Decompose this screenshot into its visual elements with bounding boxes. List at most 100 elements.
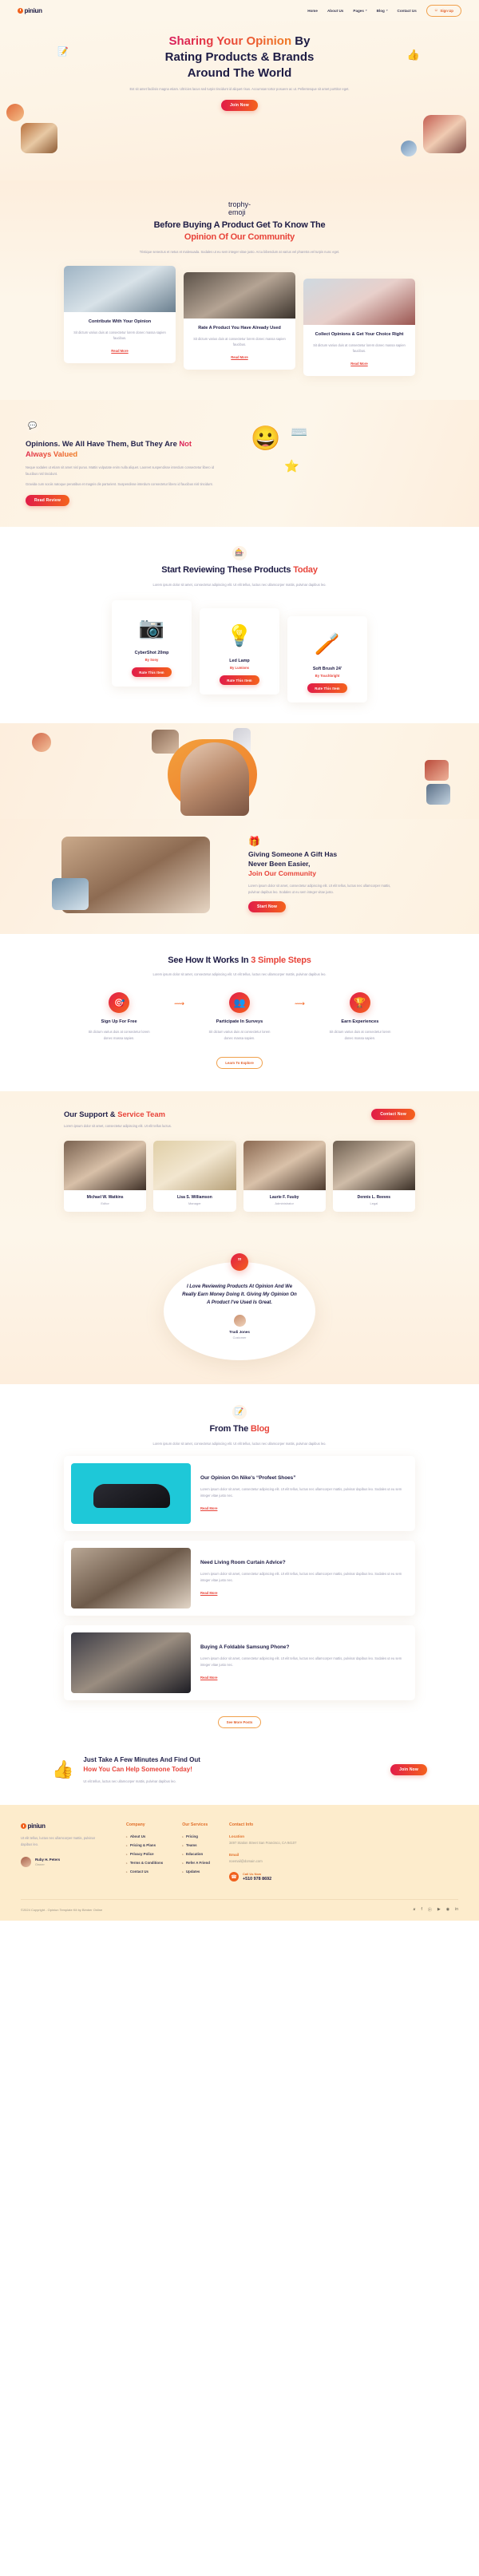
pinterest-icon[interactable]: ⓟ: [428, 1907, 432, 1913]
member-photo: [332, 1140, 415, 1190]
step-text: Sit dictum varius duis at consectetur lo…: [329, 1030, 391, 1040]
nav-item-home[interactable]: Home: [307, 9, 318, 13]
products-section: 🎰 Start Reviewing These Products Today L…: [0, 526, 479, 723]
footer-link-item[interactable]: ▸ Terms & Conditions: [126, 1861, 163, 1865]
footer-column-heading: Our Services: [182, 1822, 208, 1828]
footer-brand-logo[interactable]: piniun: [21, 1822, 107, 1830]
star-icon: ⭐: [284, 460, 299, 474]
cta-join-now-button[interactable]: Join Now: [390, 1764, 427, 1776]
member-name: Laurie F. Fuuby: [269, 1194, 299, 1200]
rate-this-item-button[interactable]: Rate This Item: [307, 683, 347, 693]
blog-title-accent: Blog: [250, 1423, 270, 1434]
nav-item-about-us[interactable]: About Us: [327, 9, 343, 13]
sign-up-button[interactable]: ☺ Sign Up: [426, 4, 461, 17]
footer-owner: Ruby H. Peters Owner: [21, 1857, 107, 1868]
card-read-more-link[interactable]: Read More: [111, 349, 128, 353]
footer-link-label: Pricing: [186, 1834, 198, 1839]
card-title: Rate A Product You Have Already Used: [198, 326, 281, 331]
footer-link-item[interactable]: ▸ Updates: [182, 1870, 210, 1874]
facebook-icon[interactable]: f: [421, 1907, 422, 1913]
hero-title-rest: By: [291, 34, 311, 48]
youtube-icon[interactable]: ▶: [437, 1907, 441, 1913]
opinions-title-main: Opinions. We All Have Them, But They Are: [26, 438, 180, 448]
footer-link-item[interactable]: ▸ Contact Us: [126, 1870, 163, 1874]
dribbble-icon[interactable]: ◉: [446, 1907, 449, 1913]
gift-start-now-button[interactable]: Start Now: [248, 901, 287, 913]
product-card[interactable]: 🪥 Soft Brush 24' By Touchbright Rate Thi…: [287, 616, 367, 702]
team-member-card[interactable]: Dennis L. Reeves Legal: [332, 1140, 415, 1212]
team-title-accent: Service Team: [117, 1110, 165, 1119]
post-text: Lorem ipsum dolor sit amet, consectetur …: [200, 1572, 402, 1583]
arrow-right-icon: ⟿: [295, 999, 305, 1007]
member-name: Dennis L. Reeves: [357, 1194, 391, 1200]
blog-post-card[interactable]: Buying A Foldable Samsung Phone? Lorem i…: [64, 1625, 415, 1701]
footer-link-item[interactable]: ▸ Privacy Police: [126, 1852, 163, 1856]
read-review-button[interactable]: Read Review: [26, 494, 70, 506]
hero-join-now-button[interactable]: Join Now: [221, 99, 258, 111]
contact-email-value[interactable]: noemail@domain.com: [229, 1858, 325, 1864]
team-member-card[interactable]: Lisa S. Williamson Manager: [153, 1140, 236, 1212]
member-role: Manager: [188, 1201, 201, 1205]
community-card[interactable]: Contribute With Your Opinion Sit dictum …: [64, 266, 176, 363]
brand-logo[interactable]: piniun: [18, 7, 42, 14]
member-photo: [153, 1140, 236, 1190]
product-name: CyberShot 20mp: [134, 651, 169, 656]
nav-item-contact-us[interactable]: Contact Us: [398, 9, 417, 13]
blog-post-card[interactable]: Our Opinion On Nike's “Profeet Shoes” Lo…: [64, 1456, 415, 1532]
post-read-more-link[interactable]: Read More: [200, 1676, 217, 1680]
contact-now-button[interactable]: Contact Now: [371, 1109, 415, 1121]
community-card[interactable]: Rate A Product You Have Already Used Sit…: [184, 272, 295, 370]
learn-to-explore-button[interactable]: Learn To Explore: [216, 1057, 263, 1070]
trophy-icon: trophy-emoji: [228, 200, 251, 216]
testimonial-avatar: [233, 1315, 246, 1328]
testimonial-card: I Love Reviewing Products At Opinion And…: [164, 1261, 315, 1360]
chevron-right-icon: ▸: [126, 1861, 128, 1865]
showcase-photo-1: [32, 732, 51, 752]
team-member-card[interactable]: Michael W. Watkins Editor: [64, 1140, 147, 1212]
post-read-more-link[interactable]: Read More: [200, 1591, 217, 1595]
product-brand: By Touchbright: [315, 674, 340, 679]
call-us-now[interactable]: ☎ Call Us Now +510 978 8692: [228, 1872, 325, 1882]
blog-post-card[interactable]: Need Living Room Curtain Advice? Lorem i…: [64, 1541, 415, 1616]
see-more-posts-button[interactable]: See More Posts: [217, 1716, 262, 1729]
cta-section: 👍 Just Take A Few Minutes And Find Out H…: [0, 1747, 479, 1806]
nav-item-pages[interactable]: Pages ▾: [353, 9, 366, 13]
nav-label: Home: [307, 8, 318, 13]
hero-title: Sharing Your Opinion By Rating Products …: [96, 34, 383, 81]
footer-link-item[interactable]: ▸ Pricing & Plans: [126, 1843, 163, 1847]
gift-copy: 🎁 Giving Someone A Gift Has Never Been E…: [248, 837, 400, 913]
member-photo: [243, 1140, 326, 1190]
card-read-more-link[interactable]: Read More: [231, 355, 247, 359]
chevron-right-icon: ▸: [126, 1852, 128, 1856]
nav-item-blog[interactable]: Blog ▾: [377, 9, 388, 13]
team-member-card[interactable]: Laurie F. Fuuby Administrator: [243, 1140, 326, 1212]
product-card[interactable]: 📷 CyberShot 20mp By Sony Rate This Item: [112, 600, 192, 687]
call-label: Call Us Now: [242, 1872, 262, 1877]
twitter-icon[interactable]: 𝒙: [413, 1907, 415, 1913]
card-read-more-link[interactable]: Read More: [350, 362, 367, 366]
product-image-lamp: 💡: [226, 623, 253, 647]
smiley-icon: 😀: [251, 425, 281, 453]
footer-link-item[interactable]: ▸ Refer A Friend: [182, 1861, 210, 1865]
steps-paragraph: Lorem ipsum dolor sit amet, consectetur …: [152, 972, 327, 977]
community-title-line1: Before Buying A Product Get To Know The: [153, 220, 326, 230]
rate-this-item-button[interactable]: Rate This Item: [132, 667, 172, 677]
footer-link-label: Refer A Friend: [186, 1861, 210, 1866]
footer-link-item[interactable]: ▸ Education: [182, 1852, 210, 1856]
step-title: Sign Up For Free: [101, 1019, 137, 1024]
footer-link-item[interactable]: ▸ Pricing: [182, 1834, 210, 1838]
post-title: Our Opinion On Nike's “Profeet Shoes”: [200, 1475, 296, 1482]
rate-this-item-button[interactable]: Rate This Item: [220, 675, 259, 685]
footer-about-text: Ut elit tellus, luctus nec ullamcorper m…: [21, 1836, 96, 1846]
owner-role: Owner: [35, 1862, 45, 1867]
linkedin-icon[interactable]: in: [455, 1907, 458, 1913]
blog-section: 📝 From The Blog Lorem ipsum dolor sit am…: [0, 1383, 479, 1748]
post-read-more-link[interactable]: Read More: [200, 1506, 217, 1510]
team-title: Our Support & Service Team: [64, 1109, 172, 1119]
footer-link-item[interactable]: ▸ Teams: [182, 1843, 210, 1847]
member-name: Michael W. Watkins: [86, 1194, 124, 1200]
footer-link-item[interactable]: ▸ About Us: [126, 1834, 163, 1838]
community-card[interactable]: Collect Opinions & Get Your Choice Right…: [303, 279, 415, 376]
product-card[interactable]: 💡 Led Lamp By Lumions Rate This Item: [200, 608, 279, 694]
opinions-copy: 💬 Opinions. We All Have Them, But They A…: [0, 418, 216, 506]
